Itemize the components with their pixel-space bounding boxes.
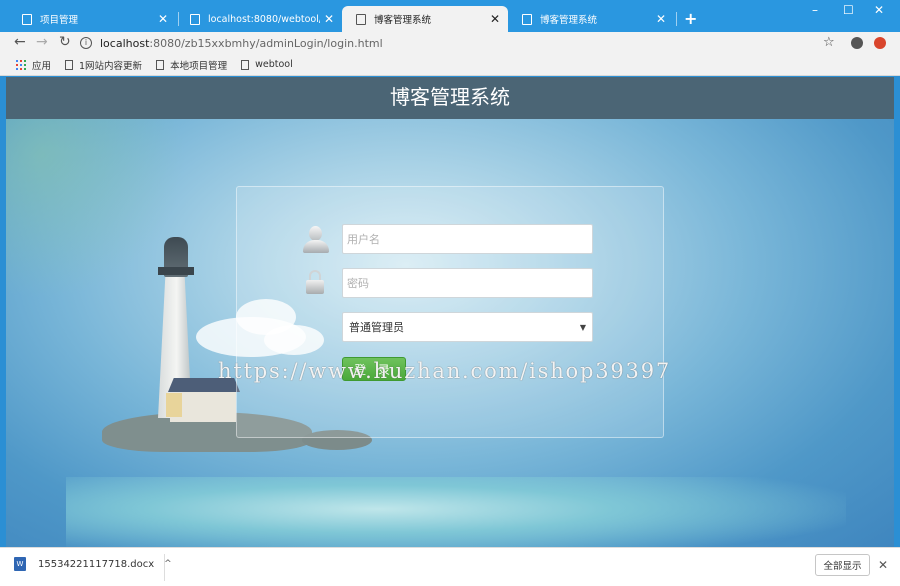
site-info-icon[interactable]: i [80,37,92,49]
bookmark-star-icon[interactable]: ☆ [823,35,835,50]
tab-title: 博客管理系统 [374,15,432,26]
tab-title: localhost:8080/webtool/all/ind [208,13,320,25]
user-icon [302,226,330,254]
tab-divider [676,12,677,26]
reload-icon[interactable]: ↻ [59,34,71,50]
bookmark-apps[interactable]: 应用 [16,58,51,72]
lighthouse-gallery-image [158,267,194,275]
tab-blog-admin[interactable]: 博客管理系统 ✕ [508,6,674,32]
caret-down-icon: ▼ [579,322,586,332]
browser-tab-strip: 项目管理 ✕ localhost:8080/webtool/all/ind ✕ … [0,0,900,32]
page-icon [241,59,250,70]
bookmark-label: 1网站内容更新 [79,60,143,72]
profile-icon[interactable] [851,37,863,49]
password-input[interactable] [342,268,593,298]
bookmarks-bar: 应用 1网站内容更新 本地项目管理 webtool [0,54,900,76]
lock-icon [306,270,324,294]
close-tab-icon[interactable]: ✕ [324,12,334,26]
background-sea [66,477,846,547]
minimize-icon[interactable]: – [812,3,818,17]
close-tab-icon[interactable]: ✕ [490,12,500,26]
back-icon[interactable]: ← [14,34,26,50]
tab-title: 博客管理系统 [540,15,598,26]
bookmark-webtool[interactable]: webtool [241,59,293,70]
tab-project-management[interactable]: 项目管理 ✕ [8,6,176,32]
bookmark-site-update[interactable]: 1网站内容更新 [65,58,142,72]
close-tab-icon[interactable]: ✕ [656,12,666,26]
close-tab-icon[interactable]: ✕ [158,12,168,26]
login-page: 博客管理系统 普通管理员 ▼ 登 录 https://www.huzhan.co… [6,77,894,547]
word-document-icon: W [14,557,26,571]
bookmark-label: 本地项目管理 [170,60,228,72]
new-tab-button[interactable]: + [684,9,697,28]
apps-icon [16,59,26,70]
role-select-value: 普通管理员 [349,321,404,334]
watermark-text: https://www.huzhan.com/ishop39397 [218,359,672,383]
keeper-house-image [166,393,182,417]
maximize-icon[interactable]: ☐ [843,3,854,17]
tab-blog-admin-active[interactable]: 博客管理系统 ✕ [342,6,508,32]
tab-title: 项目管理 [40,15,79,26]
bookmark-label: 应用 [32,60,52,72]
bookmark-local-projects[interactable]: 本地项目管理 [156,58,227,72]
page-icon [22,13,32,25]
browser-toolbar: ← → ↻ i localhost:8080/zb15xxbmhy/adminL… [0,32,900,54]
page-icon [156,59,165,70]
chevron-up-icon[interactable]: ^ [164,559,172,569]
close-window-icon[interactable]: ✕ [874,3,884,17]
page-icon [522,13,532,25]
download-divider [164,554,165,581]
show-all-downloads-button[interactable]: 全部显示 [815,554,870,576]
download-item[interactable]: W 15534221117718.docx ^ [14,557,172,571]
page-icon [65,59,74,70]
url-host: localhost [100,36,150,50]
username-input[interactable] [342,224,593,254]
role-select[interactable]: 普通管理员 ▼ [342,312,593,342]
extension-icon[interactable] [874,37,886,49]
page-title: 博客管理系统 [6,77,894,119]
url-path: :8080/zb15xxbmhy/adminLogin/login.html [149,36,383,50]
tab-webtool[interactable]: localhost:8080/webtool/all/ind ✕ [176,6,342,32]
page-icon [356,13,366,25]
forward-icon[interactable]: → [36,34,48,50]
address-bar[interactable]: i localhost:8080/zb15xxbmhy/adminLogin/l… [80,33,820,53]
close-download-bar-icon[interactable]: ✕ [878,558,888,572]
download-file-name: 15534221117718.docx [38,558,155,570]
bookmark-label: webtool [255,59,293,70]
page-icon [190,13,200,25]
download-bar: W 15534221117718.docx ^ 全部显示 ✕ [0,547,900,586]
